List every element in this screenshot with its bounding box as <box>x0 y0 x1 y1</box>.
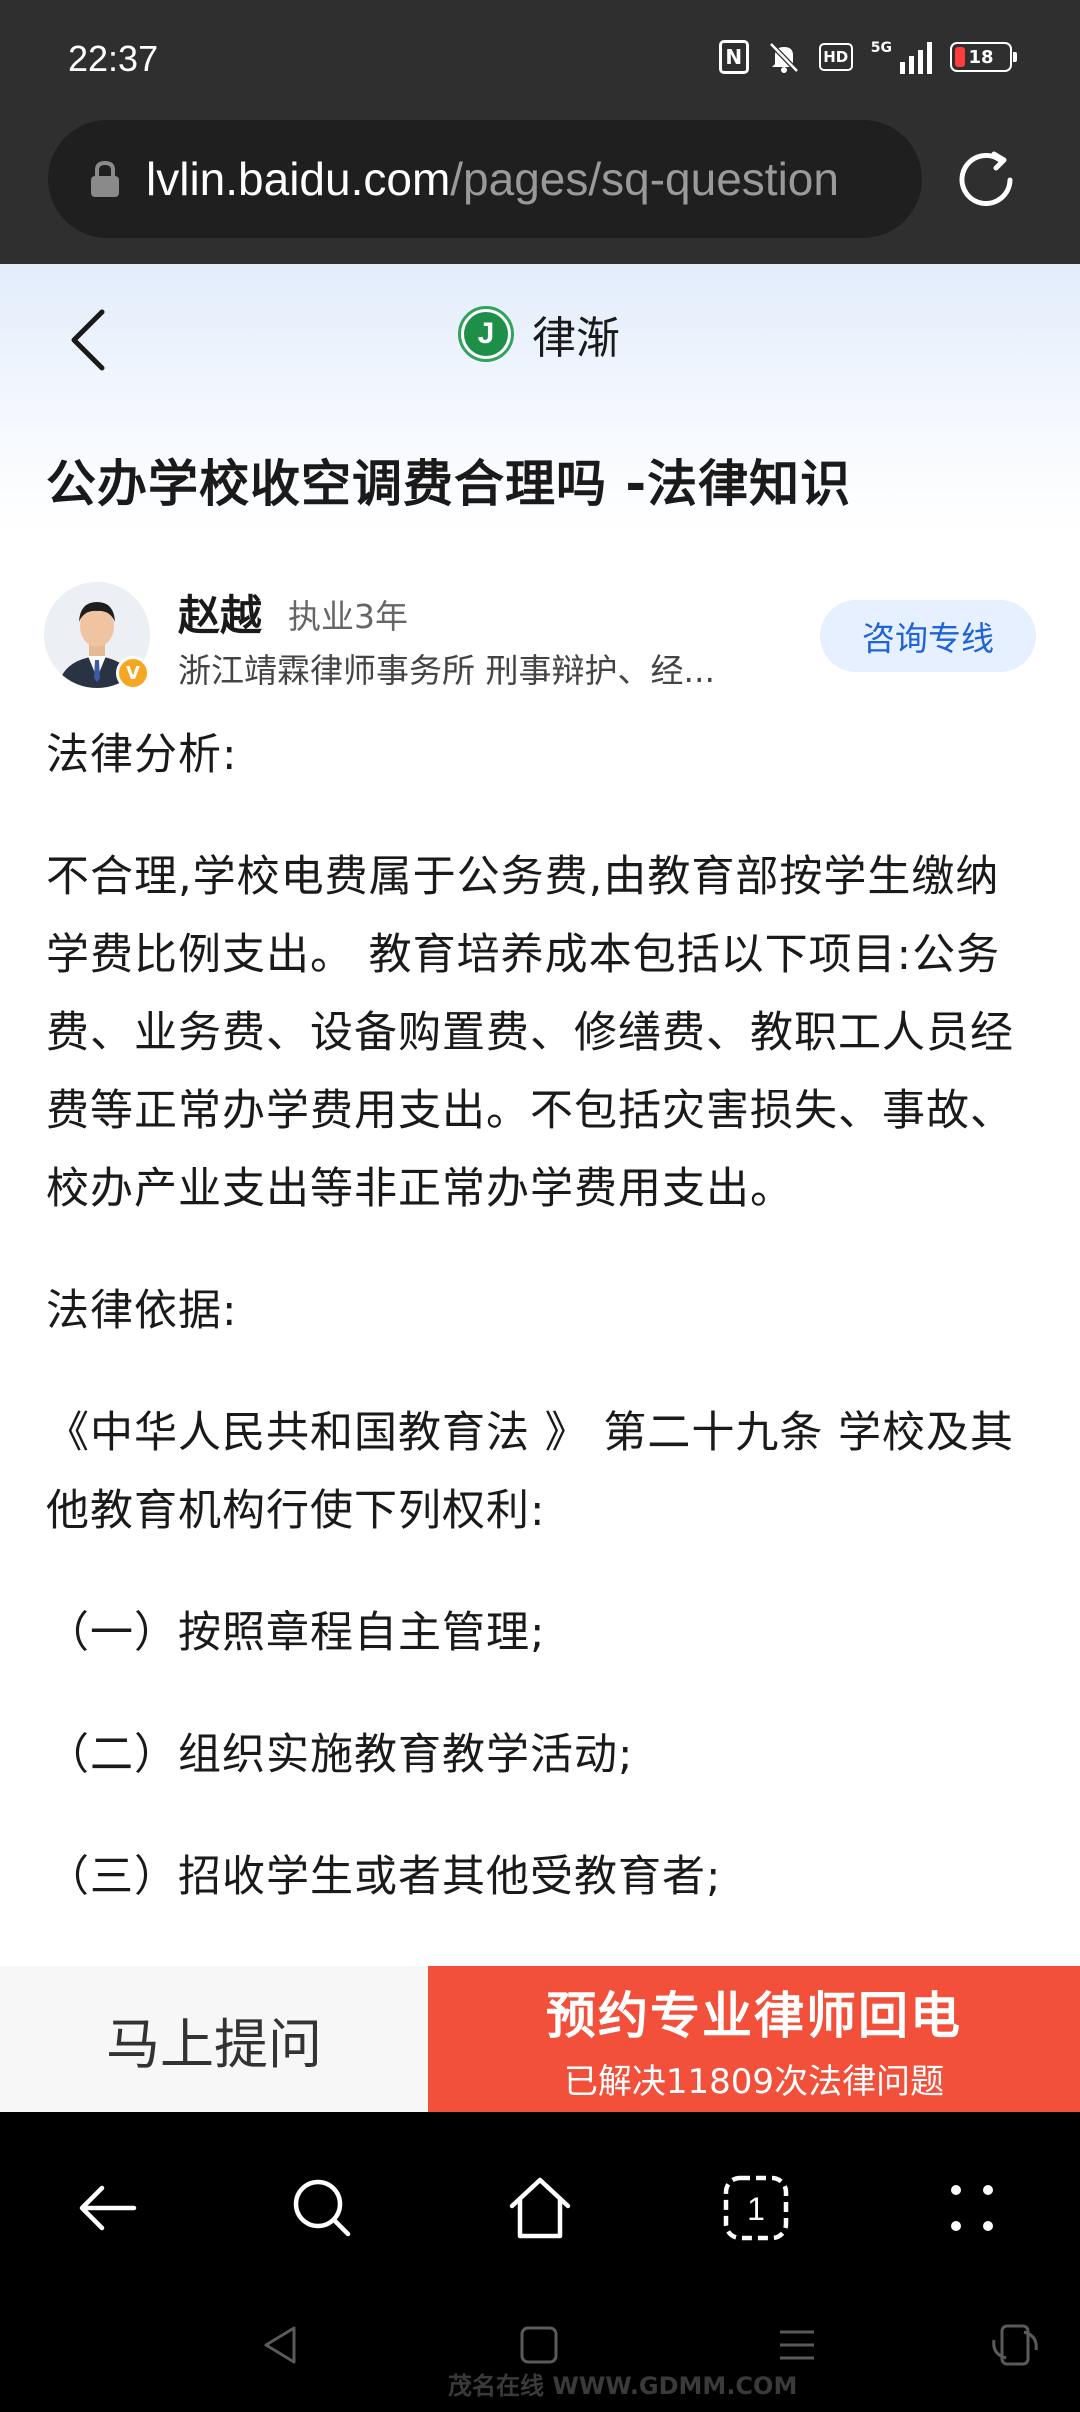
hd-icon: HD <box>818 43 853 71</box>
home-icon[interactable] <box>500 2168 580 2248</box>
basis-paragraph: 《中华人民共和国教育法 》 第二十九条 学校及其他教育机构行使下列权利: <box>46 1408 1015 1536</box>
reload-icon[interactable] <box>950 144 1022 216</box>
back-icon[interactable] <box>60 300 116 380</box>
basis-heading: 法律依据: <box>46 1286 238 1336</box>
ask-now-button[interactable]: 马上提问 <box>0 1966 428 2112</box>
back-arrow-icon[interactable] <box>68 2168 148 2248</box>
mute-icon <box>768 42 799 73</box>
system-home-icon[interactable] <box>514 2320 564 2370</box>
url-text: lvlin.baidu.com/pages/sq-question <box>146 152 839 206</box>
nfc-icon: N <box>718 40 749 74</box>
battery-icon: 18 <box>950 42 1017 72</box>
tabs-icon[interactable]: 1 <box>716 2168 796 2248</box>
brand-name: 律渐 <box>532 313 620 364</box>
bottom-cta: 马上提问 预约专业律师回电 已解决11809次法律问题 <box>0 1966 1080 2112</box>
brand-logo-icon: J <box>458 306 514 362</box>
browser-chrome: 22:37 N HD 5G 18 lvlin.baidu.com/pages/s… <box>0 0 1080 264</box>
consult-hotline-button[interactable]: 咨询专线 <box>820 600 1036 672</box>
book-callback-button[interactable]: 预约专业律师回电 已解决11809次法律问题 <box>428 1966 1080 2112</box>
brand: J 律渐 <box>458 302 620 366</box>
page-header: J 律渐 公办学校收空调费合理吗 -法律知识 <box>0 264 1080 534</box>
list-item: （二）组织实施教育教学活动; <box>46 1730 634 1780</box>
book-callback-label: 预约专业律师回电 <box>546 1986 962 2045</box>
analysis-paragraph: 不合理,学校电费属于公务费,由教育部按学生缴纳学费比例支出。 教育培养成本包括以… <box>46 852 1014 1214</box>
status-icons: N HD 5G 18 <box>718 40 1017 74</box>
status-time: 22:37 <box>68 38 159 79</box>
more-icon[interactable] <box>932 2168 1012 2248</box>
lawyer-years: 执业3年 <box>288 597 408 636</box>
network-type: 5G <box>870 40 892 56</box>
url-host: lvlin.baidu.com <box>146 153 451 205</box>
watermark: 茂名在线 WWW.GDMM.COM <box>448 2372 798 2400</box>
lawyer-name: 赵越 <box>178 591 263 640</box>
lawyer-card[interactable]: V 赵越 执业3年 浙江靖霖律师事务所 刑事辩护、经... 咨询专线 <box>44 582 1044 692</box>
verified-badge-icon: V <box>116 656 150 690</box>
web-page: J 律渐 公办学校收空调费合理吗 -法律知识 V 赵越 执业3年 浙江靖霖律师事… <box>0 264 1080 1966</box>
article-body: 法律分析: 不合理,学校电费属于公务费,由教育部按学生缴纳学费比例支出。 教育培… <box>46 716 1036 1916</box>
signal-icon <box>900 40 932 74</box>
solved-count-text: 已解决11809次法律问题 <box>563 2061 945 2102</box>
svg-text:1: 1 <box>747 2191 765 2227</box>
lawyer-firm: 浙江靖霖律师事务所 刑事辩护、经... <box>178 651 715 690</box>
analysis-heading: 法律分析: <box>46 730 238 780</box>
battery-level: 18 <box>968 46 994 68</box>
system-menu-icon[interactable] <box>772 2320 822 2370</box>
list-item: （一）按照章程自主管理; <box>46 1608 546 1658</box>
system-back-icon[interactable] <box>256 2320 306 2370</box>
lock-icon <box>91 160 119 197</box>
system-rotate-icon[interactable] <box>990 2320 1040 2370</box>
url-path: /pages/sq-question <box>450 153 839 205</box>
search-icon[interactable] <box>282 2168 362 2248</box>
page-title: 公办学校收空调费合理吗 -法律知识 <box>46 455 852 513</box>
list-item: （三）招收学生或者其他受教育者; <box>46 1852 722 1902</box>
url-bar[interactable]: lvlin.baidu.com/pages/sq-question <box>48 120 922 238</box>
